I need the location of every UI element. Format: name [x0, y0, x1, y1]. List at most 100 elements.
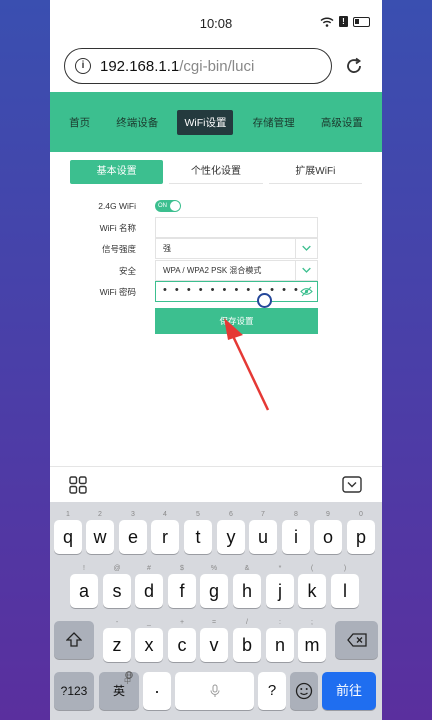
dot-key[interactable]: ·: [143, 672, 171, 710]
key-v-sub: =: [211, 619, 217, 626]
key-p-sub: 0: [359, 511, 363, 518]
key-u-sub: 7: [261, 511, 265, 518]
key-d-label: d: [143, 581, 154, 601]
key-t[interactable]: 5t: [184, 511, 212, 554]
key-c[interactable]: + c: [168, 619, 196, 662]
key-n-label: n: [274, 635, 285, 655]
key-z-sub: -: [115, 619, 119, 626]
microphone-icon: [210, 684, 219, 697]
key-i-sub: 8: [294, 511, 298, 518]
emoji-icon: [295, 682, 313, 700]
key-n-sub: :: [279, 619, 281, 626]
key-e-label: e: [127, 527, 138, 547]
key-s-sub: @: [113, 565, 121, 572]
key-o-label: o: [322, 527, 333, 547]
keyboard-toolbar: [50, 466, 382, 502]
space-key[interactable]: [175, 672, 254, 710]
key-o[interactable]: 9o: [314, 511, 342, 554]
key-t-sub: 5: [196, 511, 200, 518]
red-arrow-annotation: [224, 318, 270, 411]
key-w-label: w: [93, 527, 107, 547]
numbers-key[interactable]: ?123: [54, 672, 94, 710]
backspace-icon: [346, 633, 367, 647]
key-o-sub: 9: [326, 511, 330, 518]
key-k-sub: (: [310, 565, 314, 572]
key-r-label: r: [162, 527, 168, 547]
shift-icon: [65, 632, 83, 647]
globe-icon: [125, 671, 133, 679]
key-b[interactable]: / b: [233, 619, 261, 662]
key-g[interactable]: % g: [200, 565, 228, 608]
go-enter-key[interactable]: 前往: [322, 672, 376, 710]
key-q-label: q: [62, 527, 73, 547]
key-a-sub: !: [83, 565, 85, 572]
key-f-sub: $: [180, 565, 184, 572]
key-l-label: l: [343, 581, 347, 601]
key-r[interactable]: 4r: [151, 511, 179, 554]
phone-screen: 10:08 ! i 192.168.1.1/cgi-bin/luci 首页 终端…: [50, 0, 382, 720]
key-u-label: u: [257, 527, 268, 547]
key-m-label: m: [304, 635, 320, 655]
language-key-sub: 中: [124, 678, 131, 685]
key-k-label: k: [307, 581, 317, 601]
language-key[interactable]: 英 中: [99, 671, 139, 710]
key-x[interactable]: _ x: [135, 619, 163, 662]
language-key-label: 英: [112, 684, 125, 698]
key-v[interactable]: = v: [200, 619, 228, 662]
key-a-label: a: [78, 581, 89, 601]
key-d-sub: #: [147, 565, 151, 572]
key-g-label: g: [208, 581, 219, 601]
key-z-label: z: [112, 635, 122, 655]
key-m-sub: ;: [311, 619, 313, 626]
key-j-sub: *: [278, 565, 282, 572]
key-n[interactable]: :n: [266, 619, 294, 662]
key-a[interactable]: ! a: [70, 565, 98, 608]
key-l-sub: ): [343, 565, 347, 572]
key-c-sub: +: [179, 619, 185, 626]
key-f-label: f: [179, 581, 185, 601]
key-w[interactable]: 2w: [86, 511, 114, 554]
key-b-label: b: [241, 635, 252, 655]
key-i-label: i: [294, 527, 298, 547]
key-h-label: h: [241, 581, 252, 601]
key-m[interactable]: ; m: [298, 619, 326, 662]
soft-keyboard: 1q 2w 3e 4r 5t 6y 7u 8i 9o 0p ! a @ s # d $…: [50, 502, 382, 720]
key-s-label: s: [112, 581, 122, 601]
backspace-key[interactable]: [335, 621, 378, 659]
key-i[interactable]: 8i: [282, 511, 310, 554]
key-e[interactable]: 3e: [119, 511, 147, 554]
key-d[interactable]: # d: [135, 565, 163, 608]
key-q[interactable]: 1q: [54, 511, 82, 554]
key-g-sub: %: [210, 565, 218, 572]
shift-key[interactable]: [54, 621, 94, 659]
key-q-sub: 1: [66, 511, 70, 518]
key-b-sub: /: [246, 619, 248, 626]
key-y[interactable]: 6y: [217, 511, 245, 554]
key-k[interactable]: (k: [298, 565, 326, 608]
key-w-sub: 2: [98, 511, 102, 518]
key-y-label: y: [226, 527, 236, 547]
key-y-sub: 6: [229, 511, 233, 518]
key-c-label: c: [177, 635, 187, 655]
key-s[interactable]: @ s: [103, 565, 131, 608]
question-key[interactable]: ?: [258, 672, 286, 710]
key-p[interactable]: 0p: [347, 511, 375, 554]
key-z[interactable]: -z: [103, 619, 131, 662]
key-x-label: x: [144, 635, 154, 655]
key-h-sub: &: [244, 565, 250, 572]
emoji-key[interactable]: [290, 672, 318, 710]
key-e-sub: 3: [131, 511, 135, 518]
key-x-sub: _: [147, 619, 151, 626]
key-h[interactable]: & h: [233, 565, 261, 608]
key-j[interactable]: * j: [266, 565, 294, 608]
key-j-label: j: [278, 581, 282, 601]
key-v-label: v: [209, 635, 219, 655]
key-p-label: p: [355, 527, 366, 547]
key-l[interactable]: ) l: [331, 565, 359, 608]
key-u[interactable]: 7u: [249, 511, 277, 554]
hide-keyboard-icon[interactable]: [342, 476, 362, 493]
grid-apps-icon[interactable]: [69, 476, 87, 494]
key-f[interactable]: $ f: [168, 565, 196, 608]
key-r-sub: 4: [163, 511, 167, 518]
key-t-label: t: [195, 527, 201, 547]
